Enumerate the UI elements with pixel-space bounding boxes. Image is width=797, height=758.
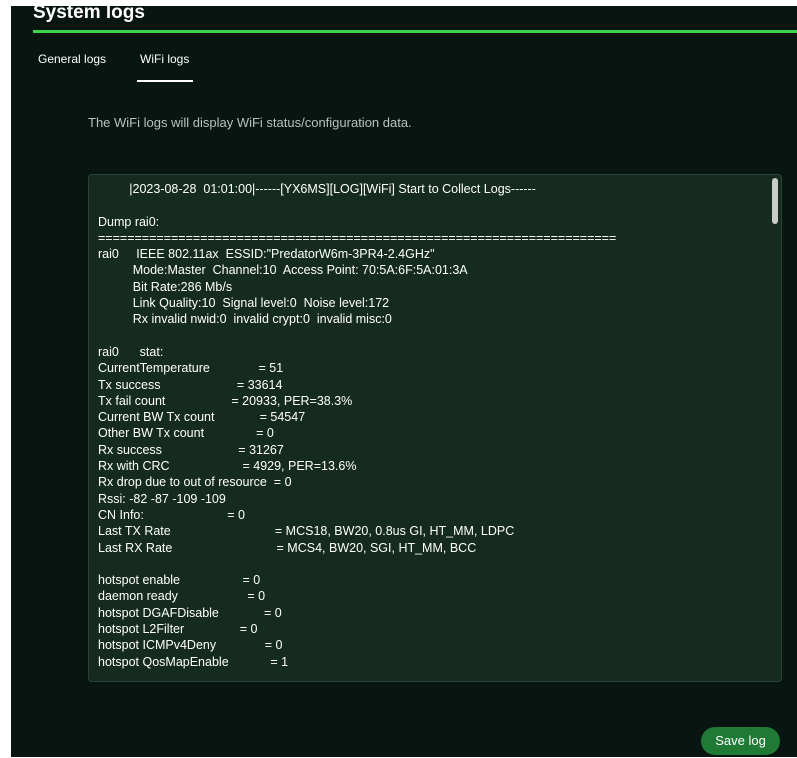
- tab-wifi-logs[interactable]: WiFi logs: [140, 52, 189, 66]
- save-log-button[interactable]: Save log: [701, 727, 780, 755]
- log-text: |2023-08-28 01:01:00|------[YX6MS][LOG][…: [98, 182, 617, 669]
- log-scrollbar[interactable]: [771, 175, 781, 681]
- wifi-logs-description: The WiFi logs will display WiFi status/c…: [88, 115, 412, 130]
- page-title: System logs: [33, 2, 145, 23]
- scrollbar-thumb[interactable]: [772, 178, 778, 224]
- title-divider: [33, 30, 797, 33]
- tab-general-logs[interactable]: General logs: [38, 52, 106, 66]
- active-tab-indicator: [137, 80, 193, 82]
- log-viewer[interactable]: |2023-08-28 01:01:00|------[YX6MS][LOG][…: [88, 174, 782, 682]
- system-logs-panel: System logs General logs WiFi logs The W…: [11, 2, 797, 757]
